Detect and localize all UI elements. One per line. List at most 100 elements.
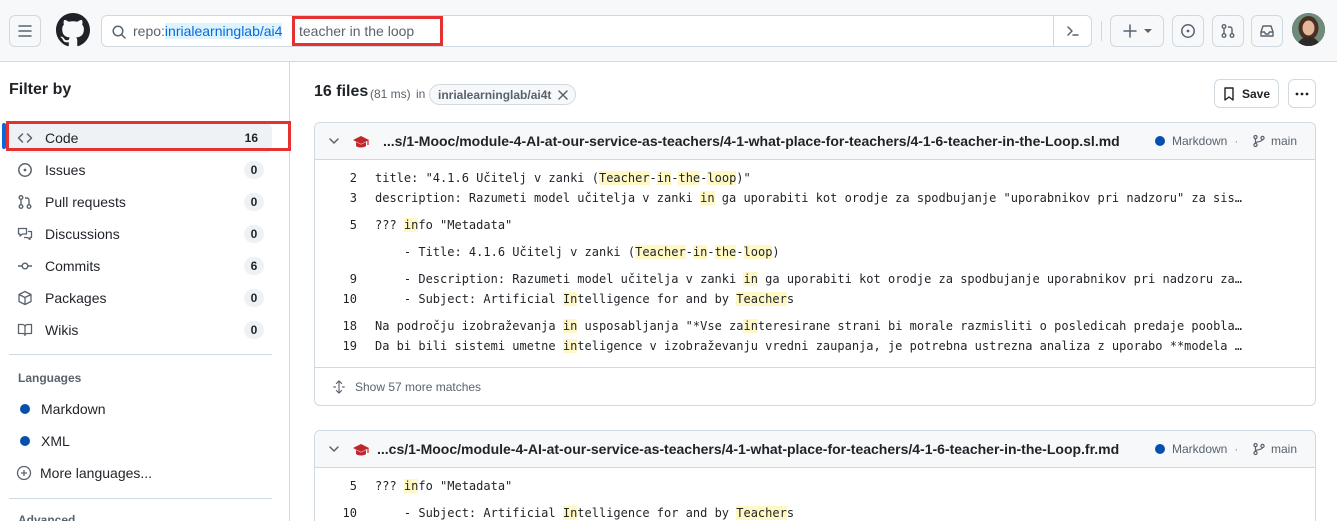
sidebar-item-label: Issues: [45, 162, 86, 178]
sidebar-item-discussions[interactable]: Discussions 0: [9, 219, 272, 249]
repo-chip-label: inrialearninglab/ai4t: [438, 87, 552, 102]
more-languages-label: More languages...: [40, 465, 153, 481]
search-qualifier: repo:inrialearninglab/ai4: [133, 23, 283, 39]
code-line: 19 Da bi bili sistemi umetne inteligence …: [342, 339, 1243, 353]
language-color-dot: [1155, 444, 1165, 454]
result-card-header: ...s/1-Mooc/module-4-AI-at-our-service-a…: [315, 123, 1315, 160]
advanced-heading: Advanced: [18, 513, 76, 521]
code-line: 10 - Subject: Artificial Intelligence fo…: [342, 292, 795, 306]
chevron-down-icon[interactable]: [328, 443, 340, 455]
result-file-path[interactable]: ...s/1-Mooc/module-4-AI-at-our-service-a…: [383, 133, 1120, 149]
sidebar-item-pull-requests[interactable]: Pull requests 0: [9, 187, 272, 217]
result-card-header: ...cs/1-Mooc/module-4-AI-at-our-service-…: [315, 431, 1315, 468]
code-line: 18 Na področju izobraževanja in usposablj…: [342, 319, 1243, 333]
result-language: Markdown ·: [1155, 442, 1238, 456]
save-search-button[interactable]: Save: [1214, 79, 1279, 108]
git-pull-request-icon: [1221, 24, 1235, 38]
search-results: 16 files (81 ms) in inrialearninglab/ai4…: [291, 62, 1337, 521]
sidebar-item-count: 0: [244, 321, 264, 339]
package-icon: [18, 290, 32, 306]
language-color-dot: [20, 404, 30, 414]
language-label: Markdown: [41, 401, 106, 417]
language-color-dot: [20, 436, 30, 446]
repo-filter-chip[interactable]: inrialearninglab/ai4t: [429, 84, 577, 105]
code-line: 9 - Description: Razumeti model učitelja…: [349, 272, 1243, 286]
results-count: 16 files: [314, 83, 369, 100]
avatar-image-icon: [1292, 13, 1325, 46]
git-pull-request-icon: [18, 195, 32, 209]
plus-circle-icon: [16, 465, 32, 481]
code-line: 2 title: "4.1.6 Učitelj v zanki (Teacher-…: [349, 171, 751, 185]
repo-owner-avatar-icon: [353, 444, 369, 456]
issues-button[interactable]: [1172, 15, 1204, 47]
sidebar-item-count: 0: [244, 161, 264, 179]
sidebar-item-wikis[interactable]: Wikis 0: [9, 315, 272, 345]
top-header: repo:inrialearninglab/ai4 teacher in the…: [0, 0, 1337, 62]
sidebar-item-count: 6: [244, 257, 264, 275]
unfold-icon: [333, 379, 345, 394]
inbox-button[interactable]: [1251, 15, 1283, 47]
language-color-dot: [1155, 136, 1165, 146]
more-languages-button[interactable]: More languages...: [9, 458, 272, 488]
result-file-path[interactable]: ...cs/1-Mooc/module-4-AI-at-our-service-…: [377, 441, 1119, 457]
search-query-text[interactable]: teacher in the loop: [292, 16, 443, 46]
sidebar-item-count: 0: [244, 289, 264, 307]
result-branch: main: [1252, 442, 1297, 456]
git-branch-icon: [1253, 134, 1265, 148]
git-branch-icon: [1253, 442, 1265, 456]
code-line: 5??? info "Metadata": [349, 218, 513, 232]
kebab-horizontal-icon: [1295, 92, 1309, 95]
sidebar-divider: [9, 354, 272, 355]
sidebar-item-packages[interactable]: Packages 0: [9, 283, 272, 313]
language-item-xml[interactable]: XML: [9, 426, 272, 456]
language-label: XML: [41, 433, 70, 449]
repo-owner-avatar-icon: [353, 136, 369, 148]
sidebar-item-label: Wikis: [45, 322, 79, 338]
sidebar-item-label: Discussions: [45, 226, 120, 242]
pull-requests-button[interactable]: [1212, 15, 1244, 47]
search-repo-qualifier: inrialearninglab/ai4: [164, 23, 283, 39]
code-highlight-box: [6, 121, 291, 151]
save-label: Save: [1241, 86, 1271, 101]
inbox-icon: [1260, 25, 1274, 37]
github-logo-icon[interactable]: [56, 13, 90, 47]
results-in-label: in: [416, 87, 426, 101]
user-avatar[interactable]: [1292, 13, 1325, 46]
bookmark-icon: [1224, 86, 1234, 101]
menu-button[interactable]: [9, 15, 41, 47]
sidebar-divider: [9, 498, 272, 499]
sidebar-item-label: Commits: [45, 258, 101, 274]
more-options-button[interactable]: [1288, 79, 1316, 108]
terminal-icon: [1066, 26, 1079, 36]
filter-title: Filter by: [9, 81, 72, 98]
book-icon: [17, 323, 33, 337]
code-line: - Title: 4.1.6 Učitelj v zanki (Teacher-…: [375, 245, 780, 259]
sidebar-item-count: 0: [244, 193, 264, 211]
code-line: 10 - Subject: Artificial Intelligence fo…: [342, 506, 795, 520]
result-language: Markdown ·: [1155, 134, 1238, 148]
language-item-markdown[interactable]: Markdown: [9, 394, 272, 424]
result-branch: main: [1252, 134, 1297, 148]
create-new-button[interactable]: [1110, 15, 1164, 47]
sidebar-item-issues[interactable]: Issues 0: [9, 155, 272, 185]
comment-discussion-icon: [17, 227, 33, 241]
search-bar[interactable]: repo:inrialearninglab/ai4 teacher in the…: [101, 15, 1092, 47]
show-more-matches-button[interactable]: Show 57 more matches: [315, 367, 1315, 405]
result-card: ...cs/1-Mooc/module-4-AI-at-our-service-…: [314, 430, 1316, 521]
code-line: 5??? info "Metadata": [349, 479, 513, 493]
issue-opened-icon: [1181, 24, 1195, 38]
sidebar-item-label: Pull requests: [45, 194, 126, 210]
command-palette-button[interactable]: [1053, 16, 1091, 46]
languages-heading: Languages: [18, 371, 82, 385]
sidebar-item-commits[interactable]: Commits 6: [9, 251, 272, 281]
header-divider: [1101, 21, 1102, 41]
result-card: ...s/1-Mooc/module-4-AI-at-our-service-a…: [314, 122, 1316, 406]
hamburger-icon: [18, 25, 32, 37]
caret-down-icon: [1144, 29, 1152, 33]
close-icon[interactable]: [557, 89, 569, 101]
chevron-down-icon[interactable]: [328, 135, 340, 147]
filter-sidebar: Filter by Code 16 Issues 0 Pull requests…: [0, 62, 291, 521]
git-commit-icon: [18, 262, 32, 270]
search-icon: [112, 25, 126, 39]
sidebar-item-label: Packages: [45, 290, 107, 306]
